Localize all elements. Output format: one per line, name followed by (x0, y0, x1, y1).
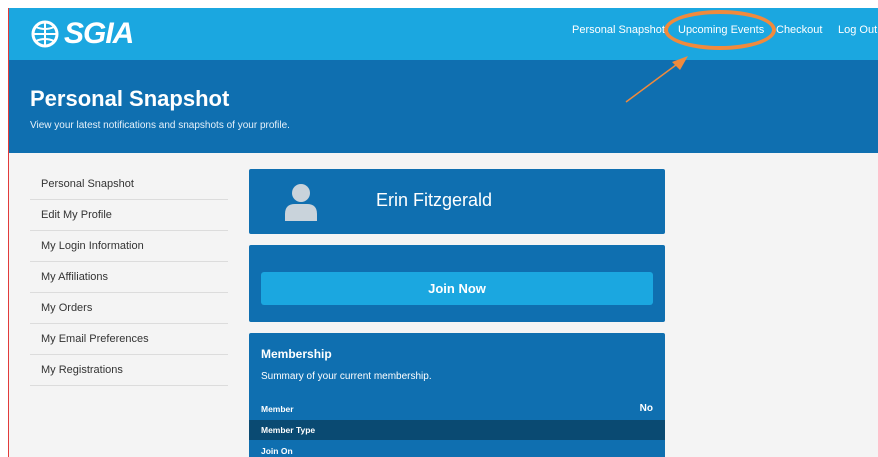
membership-row-label: Join On (261, 446, 293, 456)
sidebar-item-my-orders[interactable]: My Orders (30, 293, 228, 324)
left-edge-border (8, 8, 9, 457)
user-avatar-icon (285, 184, 317, 221)
membership-row: Member No (249, 399, 665, 419)
join-now-button[interactable]: Join Now (261, 272, 653, 305)
join-card: Join Now (249, 245, 665, 322)
sidebar-item-personal-snapshot[interactable]: Personal Snapshot (30, 169, 228, 200)
page-subtitle: View your latest notifications and snaps… (30, 120, 290, 131)
profile-card: Erin Fitzgerald (249, 169, 665, 234)
membership-row: Member Type (249, 420, 665, 440)
membership-title: Membership (261, 347, 332, 361)
page-title: Personal Snapshot (30, 86, 230, 111)
page-header-banner: Personal Snapshot View your latest notif… (8, 60, 878, 153)
sidebar-item-edit-my-profile[interactable]: Edit My Profile (30, 200, 228, 231)
profile-name: Erin Fitzgerald (376, 190, 493, 210)
logo-text: SGIA (64, 17, 134, 50)
nav-checkout[interactable]: Checkout (776, 24, 822, 36)
sidebar-item-my-registrations[interactable]: My Registrations (30, 355, 228, 386)
globe-icon (31, 20, 59, 48)
main-content: Personal Snapshot Edit My Profile My Log… (8, 153, 878, 457)
sidebar-item-my-login-information[interactable]: My Login Information (30, 231, 228, 262)
sidebar-menu: Personal Snapshot Edit My Profile My Log… (30, 169, 228, 386)
nav-personal-snapshot[interactable]: Personal Snapshot (572, 24, 665, 36)
membership-row: Join On (249, 441, 665, 457)
membership-subtitle: Summary of your current membership. (261, 371, 432, 382)
membership-row-value: No (639, 403, 653, 414)
highlight-ellipse (664, 10, 776, 50)
nav-log-out[interactable]: Log Out (838, 24, 877, 36)
membership-row-label: Member Type (261, 425, 316, 435)
membership-card: Membership Summary of your current membe… (249, 333, 665, 457)
annotation-arrow-icon (625, 56, 688, 103)
browser-viewport: SGIA Personal Snapshot Upcoming Events C… (8, 8, 878, 457)
sgia-logo[interactable]: SGIA (30, 17, 134, 50)
sidebar-item-my-email-preferences[interactable]: My Email Preferences (30, 324, 228, 355)
sidebar-item-my-affiliations[interactable]: My Affiliations (30, 262, 228, 293)
membership-row-label: Member (261, 404, 294, 414)
